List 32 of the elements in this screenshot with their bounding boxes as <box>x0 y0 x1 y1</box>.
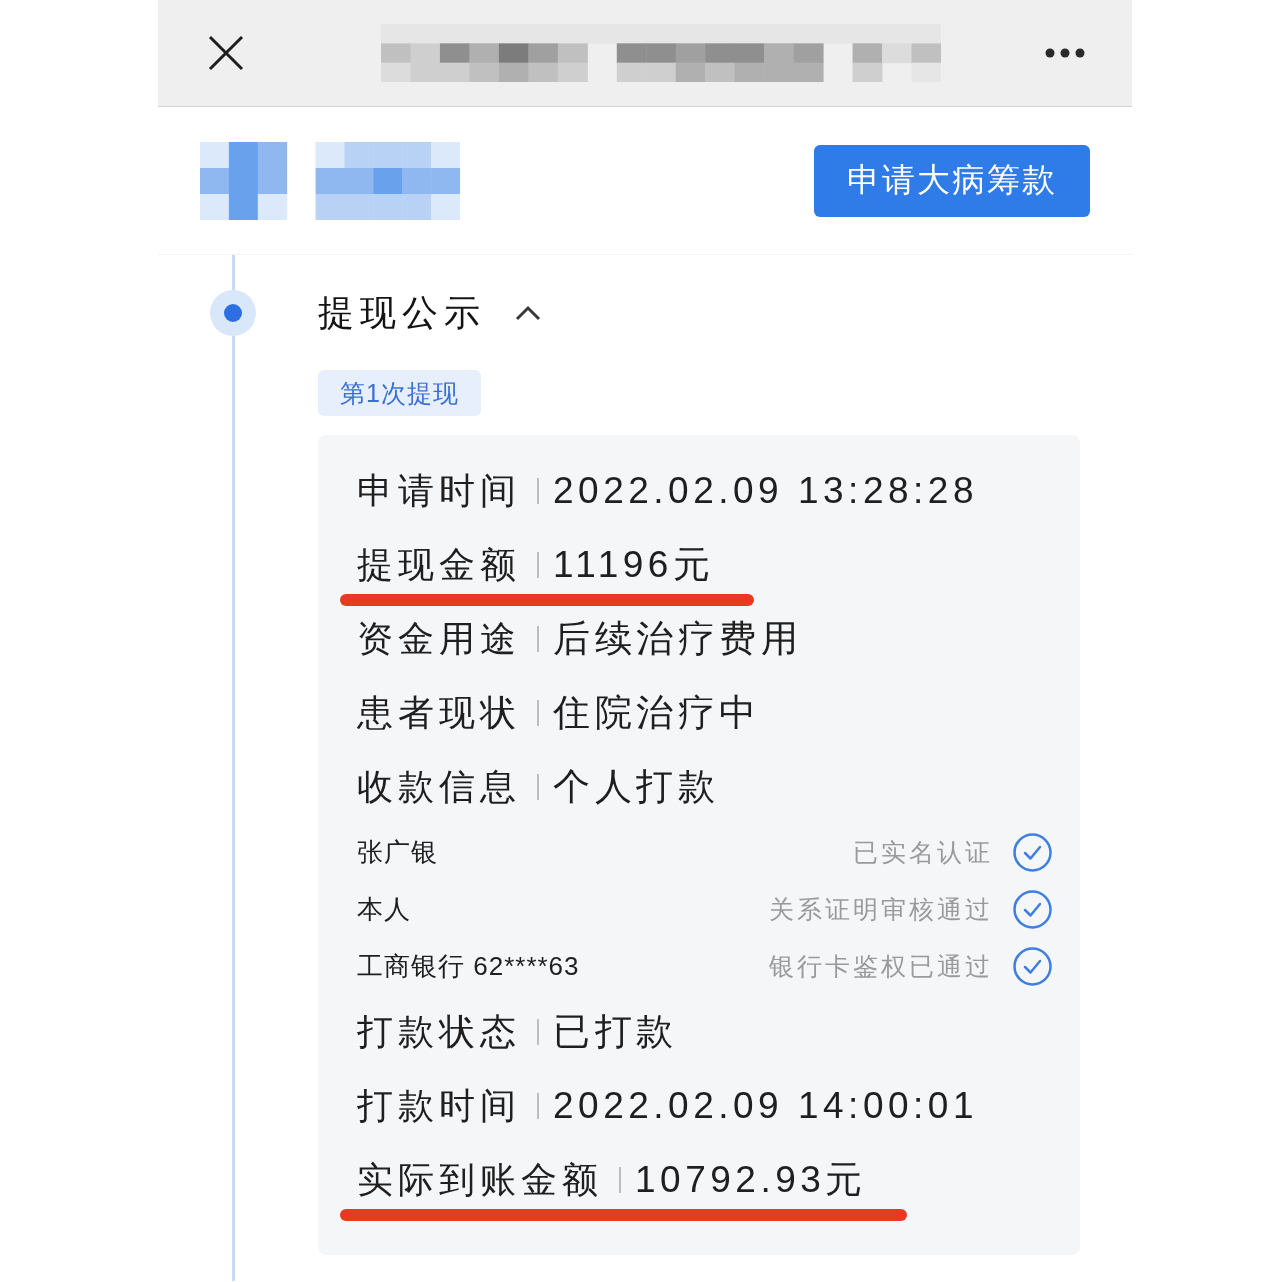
field-value: 2022.02.09 14:00:01 <box>553 1085 978 1127</box>
field-value: 10792.93元 <box>635 1158 867 1202</box>
field-label: 提现金额 <box>357 542 521 587</box>
apply-button[interactable]: 申请大病筹款 <box>814 144 1090 217</box>
verification-status: 已实名认证 <box>853 837 993 868</box>
field-label: 打款时间 <box>357 1083 521 1128</box>
payee-text: 张广银 <box>357 836 438 869</box>
caret-icon[interactable] <box>515 305 541 321</box>
field-value: 个人打款 <box>553 765 719 809</box>
field-label: 资金用途 <box>357 616 521 661</box>
field-value: 11196元 <box>553 543 715 587</box>
payee-text: 本人 <box>357 893 411 926</box>
check-circle-icon <box>1013 890 1052 929</box>
field-label: 申请时间 <box>357 468 521 513</box>
timeline-dot-icon <box>210 290 256 336</box>
field-value: 住院治疗中 <box>553 691 761 735</box>
field-value: 2022.02.09 13:28:28 <box>553 470 978 512</box>
payee-text: 工商银行 62****63 <box>357 950 580 983</box>
field-label: 收款信息 <box>357 764 521 809</box>
field-label: 患者现状 <box>357 690 521 735</box>
close-icon[interactable] <box>208 35 244 71</box>
field-label: 实际到账金额 <box>357 1157 603 1202</box>
field-value: 后续治疗费用 <box>553 617 802 661</box>
more-icon[interactable] <box>1045 48 1085 58</box>
verification-status: 银行卡鉴权已通过 <box>769 951 993 982</box>
section-title: 提现公示 <box>318 290 486 335</box>
field-value: 已打款 <box>553 1010 678 1054</box>
withdrawal-tag: 第1次提现 <box>318 370 481 416</box>
verification-status: 关系证明审核通过 <box>769 894 993 925</box>
field-label: 打款状态 <box>357 1009 521 1054</box>
check-circle-icon <box>1013 833 1052 872</box>
check-circle-icon <box>1013 947 1052 986</box>
